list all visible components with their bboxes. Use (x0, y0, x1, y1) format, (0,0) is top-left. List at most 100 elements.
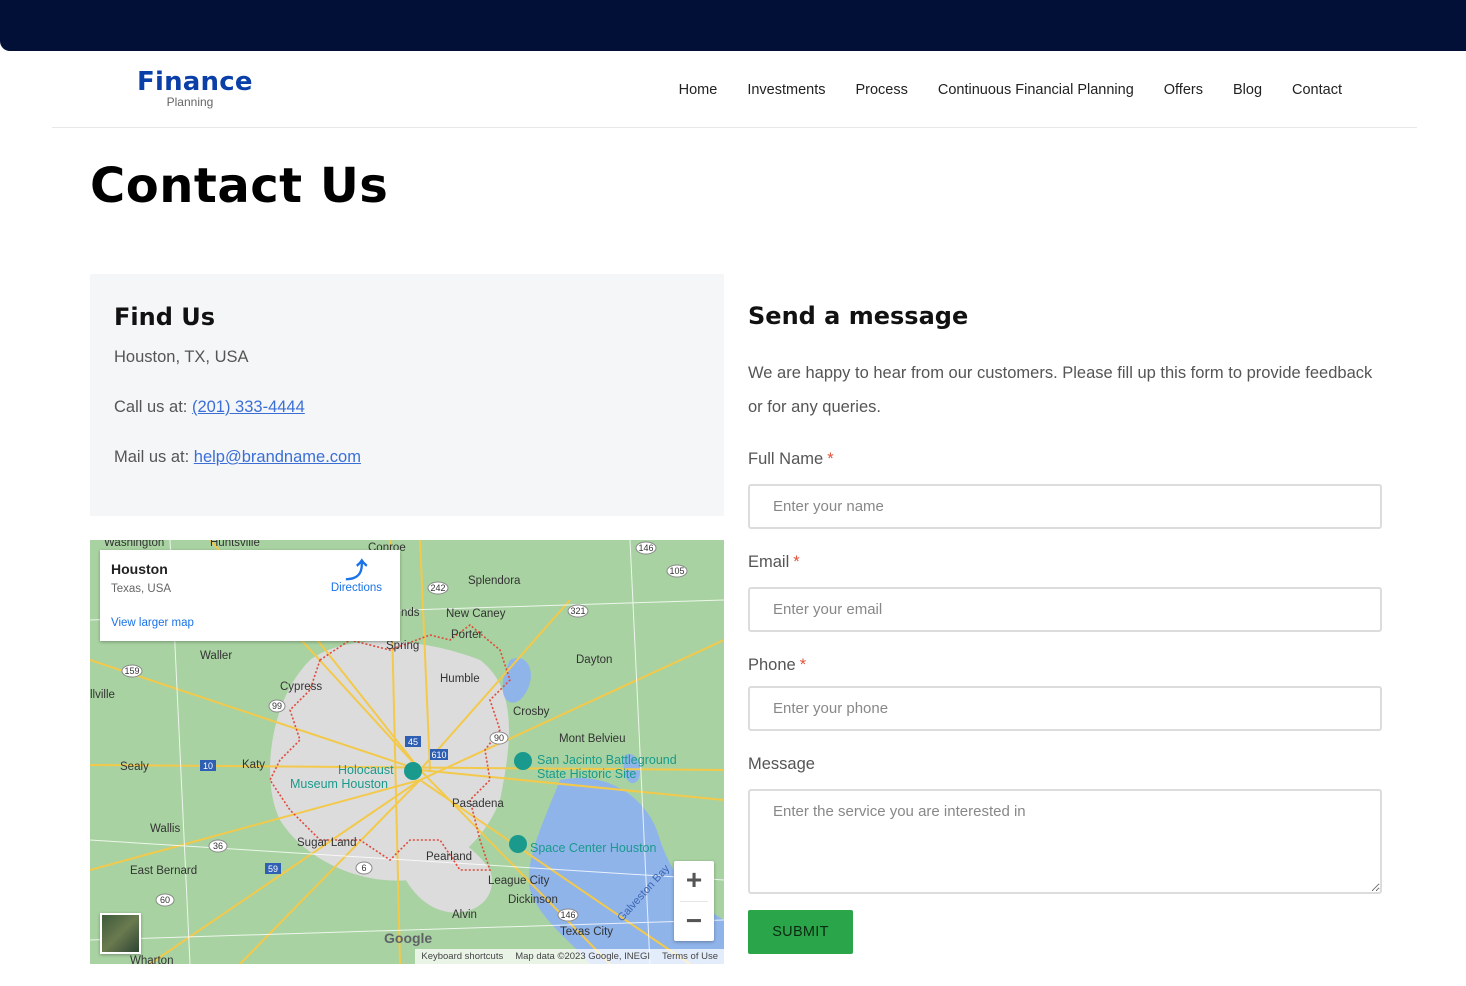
route-shield-6: 6 (361, 863, 366, 873)
site-header: Finance Planning Home Investments Proces… (52, 51, 1417, 128)
main-nav: Home Investments Process Continuous Fina… (679, 80, 1342, 100)
map-place-card: Houston Texas, USA View larger map ⤴ Dir… (100, 550, 400, 641)
email-link[interactable]: help@brandname.com (194, 448, 361, 466)
brand-name: Finance (137, 67, 253, 97)
nav-item-investments[interactable]: Investments (747, 80, 825, 100)
map-label-wallis: Wallis (150, 823, 180, 835)
send-message-title: Send a message (748, 302, 969, 330)
map-label-crosby: Crosby (513, 706, 550, 718)
zoom-in-button[interactable]: + (674, 861, 714, 901)
nav-item-offers[interactable]: Offers (1164, 80, 1203, 100)
map-label-pearland: Pearland (426, 851, 472, 863)
route-shield-105: 105 (669, 566, 684, 576)
map-poi-space-center: Space Center Houston (530, 841, 657, 855)
satellite-toggle[interactable] (100, 913, 141, 954)
route-shield-10: 10 (203, 761, 213, 771)
map-label-dayton: Dayton (576, 654, 612, 666)
map-poi-holocaust: Holocaust (338, 763, 394, 777)
map-label-wharton: Wharton (130, 955, 173, 964)
brand-logo[interactable]: Finance Planning (137, 67, 253, 109)
zoom-out-button[interactable]: − (674, 902, 714, 942)
map-label-east-bernard: East Bernard (130, 865, 197, 877)
phone-label-text: Phone (748, 656, 796, 674)
terms-of-use-link[interactable]: Terms of Use (662, 949, 718, 964)
map-label-mont-belvieu: Mont Belvieu (559, 733, 625, 745)
google-logo: Google (384, 930, 433, 946)
required-mark: * (827, 450, 834, 468)
view-larger-map-link[interactable]: View larger map (111, 617, 194, 629)
poi-pin-icon[interactable] (514, 752, 532, 770)
map-label-alvin: Alvin (452, 909, 477, 921)
phone-label: Phone * (748, 654, 806, 676)
map-poi-san-jacinto-2: State Historic Site (537, 767, 636, 781)
map-zoom-control: + − (674, 861, 714, 941)
nav-item-blog[interactable]: Blog (1233, 80, 1262, 100)
route-shield-90: 90 (494, 733, 504, 743)
required-mark: * (799, 656, 807, 674)
google-map[interactable]: Washington Huntsville Conroe Splendora N… (90, 540, 724, 964)
send-message-section: Send a message We are happy to hear from… (748, 300, 1382, 424)
map-label-katy: Katy (242, 759, 265, 771)
directions-icon: ⤴ (345, 558, 368, 583)
nav-item-continuous-financial-planning[interactable]: Continuous Financial Planning (938, 80, 1134, 100)
map-label-texas-city: Texas City (560, 926, 613, 938)
address-text: Houston, TX, USA (114, 348, 249, 366)
route-shield-36: 36 (213, 841, 223, 851)
route-shield-146b: 146 (560, 910, 575, 920)
find-us-panel: Find Us Houston, TX, USA Call us at: (20… (90, 274, 724, 516)
page-title: Contact Us (90, 158, 389, 214)
poi-pin-icon[interactable] (509, 835, 527, 853)
route-shield-60: 60 (160, 895, 170, 905)
map-poi-museum-houston: Museum Houston (290, 777, 388, 791)
keyboard-shortcuts-link[interactable]: Keyboard shortcuts (421, 949, 503, 964)
map-label-sealy: Sealy (120, 761, 149, 773)
map-label-washington: Washington (104, 540, 164, 549)
map-label-dickinson: Dickinson (508, 894, 558, 906)
map-label-pasadena: Pasadena (452, 798, 504, 810)
route-shield-45: 45 (408, 737, 418, 747)
map-label-cypress: Cypress (280, 681, 322, 693)
route-shield-99: 99 (272, 701, 282, 711)
route-shield-159: 159 (124, 666, 139, 676)
nav-item-contact[interactable]: Contact (1292, 80, 1342, 100)
route-shield-59: 59 (268, 864, 278, 874)
nav-item-process[interactable]: Process (855, 80, 907, 100)
nav-item-home[interactable]: Home (679, 80, 718, 100)
full-name-label: Full Name * (748, 448, 834, 470)
call-prefix: Call us at: (114, 398, 192, 416)
map-label-splendora: Splendora (468, 575, 521, 587)
mail-line: Mail us at: help@brandname.com (114, 446, 700, 468)
route-shield-321: 321 (570, 606, 585, 616)
map-label-woods: nds (401, 607, 420, 619)
map-label-humble: Humble (440, 673, 480, 685)
map-poi-san-jacinto-1: San Jacinto Battleground (537, 753, 677, 767)
poi-pin-icon[interactable] (404, 762, 422, 780)
map-label-sugar-land: Sugar Land (297, 837, 356, 849)
find-us-title: Find Us (114, 303, 216, 331)
brand-tagline: Planning (166, 95, 214, 109)
message-textarea[interactable] (748, 789, 1382, 894)
map-label-league-city: League City (488, 875, 550, 887)
full-name-input[interactable] (748, 484, 1382, 529)
map-label-new-caney: New Caney (446, 608, 506, 620)
map-label-porter: Porter (451, 629, 482, 641)
map-data-attribution: Map data ©2023 Google, INEGI (515, 951, 651, 962)
call-line: Call us at: (201) 333-4444 (114, 396, 700, 418)
route-shield-242: 242 (430, 583, 445, 593)
email-input[interactable] (748, 587, 1382, 632)
phone-input[interactable] (748, 686, 1382, 731)
top-bar (0, 0, 1466, 51)
map-label-waller: Waller (200, 650, 232, 662)
directions-label: Directions (330, 582, 382, 594)
route-shield-610: 610 (431, 750, 446, 760)
map-footer: Keyboard shortcuts Map data ©2023 Google… (415, 949, 724, 964)
map-label-huntsville: Huntsville (210, 540, 260, 549)
required-mark: * (793, 553, 800, 571)
form-intro-text: We are happy to hear from our customers.… (748, 364, 1373, 416)
message-label: Message (748, 755, 815, 773)
mail-prefix: Mail us at: (114, 448, 194, 466)
directions-button[interactable]: ⤴ Directions (330, 558, 382, 595)
phone-link[interactable]: (201) 333-4444 (192, 398, 305, 416)
submit-button[interactable]: SUBMIT (748, 910, 853, 954)
route-shield-146: 146 (638, 543, 653, 553)
